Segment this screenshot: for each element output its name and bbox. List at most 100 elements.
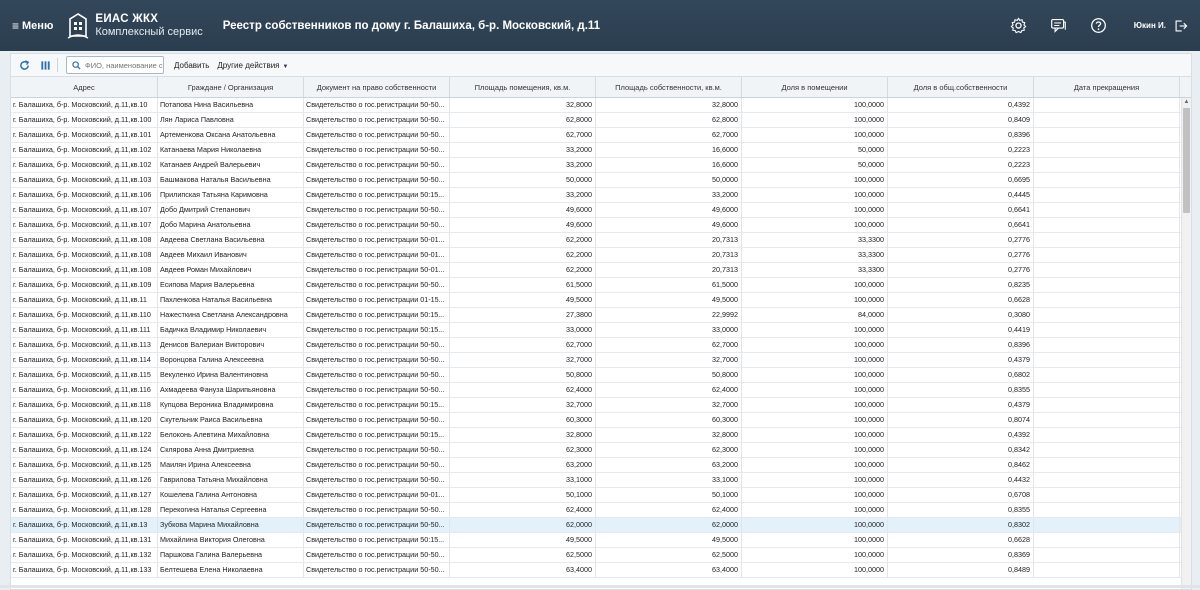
app-logo[interactable]: ЕИАС ЖКХ Комплексный сервис — [67, 13, 203, 39]
search-field[interactable] — [66, 56, 164, 74]
table-row[interactable]: г. Балашиха, б-р. Московский, д.11,кв.10… — [11, 158, 1191, 173]
search-input[interactable] — [82, 58, 163, 72]
table-row[interactable]: г. Балашиха, б-р. Московский, д.11,кв.11… — [11, 323, 1191, 338]
table-row[interactable]: г. Балашиха, б-р. Московский, д.11,кв.10… — [11, 248, 1191, 263]
table-row[interactable]: г. Балашиха, б-р. Московский, д.11,кв.13… — [11, 548, 1191, 563]
cell-document: Свидетельство о гос.регистрации 50-50... — [304, 383, 450, 397]
help-icon[interactable] — [1090, 17, 1108, 35]
table-row[interactable]: г. Балашиха, б-р. Московский, д.11,кв.10… — [11, 263, 1191, 278]
cell-share-common: 0,8462 — [888, 458, 1034, 472]
cell-address: г. Балашиха, б-р. Московский, д.11,кв.13 — [11, 518, 158, 532]
table-row[interactable]: г. Балашиха, б-р. Московский, д.11,кв.11… — [11, 338, 1191, 353]
table-row[interactable]: г. Балашиха, б-р. Московский, д.11,кв.10… — [11, 218, 1191, 233]
cell-owner: Скутельник Раиса Васильевна — [158, 413, 304, 427]
refresh-icon[interactable] — [16, 57, 32, 73]
cell-document: Свидетельство о гос.регистрации 50:15... — [304, 308, 450, 322]
cell-end-date — [1034, 143, 1180, 157]
grid-toolbar: Добавить Другие действия▼ — [10, 53, 1192, 76]
cell-owner: Лян Лариса Павловна — [158, 113, 304, 127]
table-row[interactable]: г. Балашиха, б-р. Московский, д.11,кв.10… — [11, 173, 1191, 188]
cell-owner: Белтешева Елена Николаевна — [158, 563, 304, 577]
cell-owner: Михайлина Виктория Олеговна — [158, 533, 304, 547]
cell-end-date — [1034, 368, 1180, 382]
table-row[interactable]: г. Балашиха, б-р. Московский, д.11,кв.12… — [11, 488, 1191, 503]
cell-share-room: 100,0000 — [742, 518, 888, 532]
table-row[interactable]: г. Балашиха, б-р. Московский, д.11,кв.11… — [11, 308, 1191, 323]
cell-area-room: 50,0000 — [450, 173, 596, 187]
column-header-address[interactable]: Адрес — [11, 77, 158, 97]
cell-address: г. Балашиха, б-р. Московский, д.11,кв.10 — [11, 98, 158, 112]
cell-share-common: 0,4432 — [888, 473, 1034, 487]
cell-document: Свидетельство о гос.регистрации 50-50... — [304, 218, 450, 232]
cell-owner: Бадичка Владимир Николаевич — [158, 323, 304, 337]
table-row[interactable]: г. Балашиха, б-р. Московский, д.11,кв.11… — [11, 383, 1191, 398]
logout-icon[interactable] — [1172, 17, 1190, 35]
column-header-end-date[interactable]: Дата прекращения — [1034, 77, 1180, 97]
cell-area-room: 49,6000 — [450, 203, 596, 217]
table-row[interactable]: г. Балашиха, б-р. Московский, д.11,кв.13… — [11, 518, 1191, 533]
table-row[interactable]: г. Балашиха, б-р. Московский, д.11,кв.10… — [11, 188, 1191, 203]
table-row[interactable]: г. Балашиха, б-р. Московский, д.11,кв.12… — [11, 458, 1191, 473]
cell-end-date — [1034, 413, 1180, 427]
column-header-area-room[interactable]: Площадь помещения, кв.м. — [450, 77, 596, 97]
cell-area-room: 62,4000 — [450, 383, 596, 397]
cell-area-room: 62,0000 — [450, 518, 596, 532]
table-row[interactable]: г. Балашиха, б-р. Московский, д.11,кв.10… — [11, 98, 1191, 113]
cell-address: г. Балашиха, б-р. Московский, д.11,кв.12… — [11, 413, 158, 427]
cell-area-owned: 20,7313 — [596, 263, 742, 277]
cell-area-owned: 63,2000 — [596, 458, 742, 472]
table-row[interactable]: г. Балашиха, б-р. Московский, д.11,кв.10… — [11, 278, 1191, 293]
table-row[interactable]: г. Балашиха, б-р. Московский, д.11,кв.12… — [11, 443, 1191, 458]
column-header-share-common[interactable]: Доля в общ.собственности — [888, 77, 1034, 97]
cell-share-room: 84,0000 — [742, 308, 888, 322]
cell-area-owned: 33,0000 — [596, 323, 742, 337]
table-row[interactable]: г. Балашиха, б-р. Московский, д.11,кв.12… — [11, 413, 1191, 428]
other-actions-button[interactable]: Другие действия ▼ — [217, 61, 288, 70]
table-row[interactable]: г. Балашиха, б-р. Московский, д.11,кв.10… — [11, 113, 1191, 128]
table-row[interactable]: г. Балашиха, б-р. Московский, д.11,кв.12… — [11, 428, 1191, 443]
cell-share-common: 0,2223 — [888, 143, 1034, 157]
cell-owner: Есипова Мария Валерьевна — [158, 278, 304, 292]
cell-area-room: 33,0000 — [450, 323, 596, 337]
menu-label: Меню — [22, 19, 54, 32]
cell-address: г. Балашиха, б-р. Московский, д.11,кв.10… — [11, 128, 158, 142]
table-row[interactable]: г. Балашиха, б-р. Московский, д.11,кв.10… — [11, 233, 1191, 248]
cell-share-common: 0,8489 — [888, 563, 1034, 577]
user-name[interactable]: Юкин И. — [1134, 21, 1166, 30]
column-header-area-owned[interactable]: Площадь собственности, кв.м. — [596, 77, 742, 97]
vertical-scrollbar[interactable]: ▲ — [1181, 98, 1191, 589]
table-row[interactable]: г. Балашиха, б-р. Московский, д.11,кв.10… — [11, 143, 1191, 158]
menu-button[interactable]: ≡ Меню — [12, 19, 53, 33]
add-button[interactable]: Добавить — [174, 61, 209, 70]
cell-end-date — [1034, 323, 1180, 337]
settings-gear-icon[interactable] — [1010, 17, 1028, 35]
cell-share-room: 100,0000 — [742, 293, 888, 307]
table-row[interactable]: г. Балашиха, б-р. Московский, д.11,кв.11… — [11, 368, 1191, 383]
table-row[interactable]: г. Балашиха, б-р. Московский, д.11,кв.11… — [11, 353, 1191, 368]
scroll-up-icon[interactable]: ▲ — [1182, 98, 1191, 106]
cell-area-room: 62,5000 — [450, 548, 596, 562]
table-row[interactable]: г. Балашиха, б-р. Московский, д.11,кв.13… — [11, 533, 1191, 548]
cell-address: г. Балашиха, б-р. Московский, д.11,кв.10… — [11, 188, 158, 202]
chat-icon[interactable] — [1050, 17, 1068, 35]
table-row[interactable]: г. Балашиха, б-р. Московский, д.11,кв.11… — [11, 293, 1191, 308]
scrollbar-thumb[interactable] — [1183, 108, 1190, 213]
column-header-share-room[interactable]: Доля в помещении — [742, 77, 888, 97]
column-header-document[interactable]: Документ на право собственности — [304, 77, 450, 97]
cell-share-room: 100,0000 — [742, 278, 888, 292]
cell-share-room: 100,0000 — [742, 563, 888, 577]
cell-end-date — [1034, 158, 1180, 172]
cell-document: Свидетельство о гос.регистрации 50-50... — [304, 368, 450, 382]
columns-icon[interactable] — [37, 57, 53, 73]
cell-share-common: 0,4419 — [888, 323, 1034, 337]
table-row[interactable]: г. Балашиха, б-р. Московский, д.11,кв.12… — [11, 473, 1191, 488]
other-actions-label: Другие действия — [217, 60, 280, 70]
table-row[interactable]: г. Балашиха, б-р. Московский, д.11,кв.13… — [11, 563, 1191, 578]
table-row[interactable]: г. Балашиха, б-р. Московский, д.11,кв.12… — [11, 503, 1191, 518]
cell-area-room: 50,1000 — [450, 488, 596, 502]
cell-document: Свидетельство о гос.регистрации 50-50... — [304, 563, 450, 577]
column-header-owner[interactable]: Граждане / Организация — [158, 77, 304, 97]
table-row[interactable]: г. Балашиха, б-р. Московский, д.11,кв.11… — [11, 398, 1191, 413]
table-row[interactable]: г. Балашиха, б-р. Московский, д.11,кв.10… — [11, 203, 1191, 218]
table-row[interactable]: г. Балашиха, б-р. Московский, д.11,кв.10… — [11, 128, 1191, 143]
